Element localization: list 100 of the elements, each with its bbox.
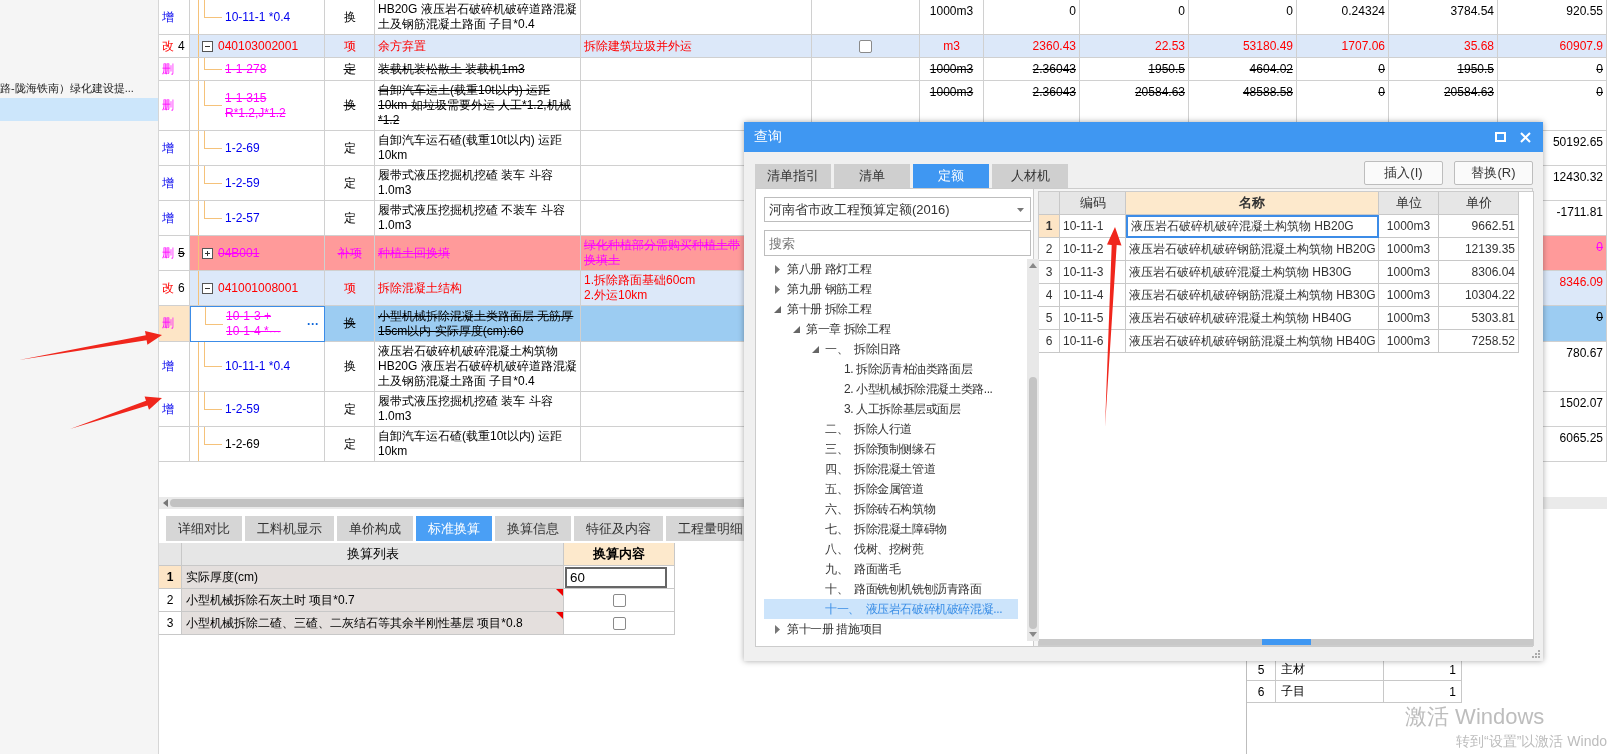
table-cell: 自卸汽车运石碴(载重10t以内) 运距10km bbox=[375, 131, 581, 166]
tree-item[interactable]: 十、 路面铣刨机铣刨沥青路面 bbox=[764, 579, 1018, 599]
table-cell: 1950.5 bbox=[1080, 58, 1189, 81]
table-cell: 0 bbox=[984, 0, 1080, 35]
tab[interactable]: 工料机显示 bbox=[245, 516, 334, 541]
close-icon bbox=[1520, 131, 1531, 143]
tree-item[interactable]: 五、 拆除金属管道 bbox=[764, 479, 1018, 499]
table-cell: 1000m3 bbox=[1379, 307, 1439, 330]
table-cell: 定 bbox=[325, 201, 375, 236]
change-mark: 删 bbox=[162, 98, 174, 113]
table-cell: 8306.04 bbox=[1439, 261, 1519, 284]
tree-item[interactable]: 九、 路面凿毛 bbox=[764, 559, 1018, 579]
column-header: 换算列表 bbox=[182, 543, 564, 566]
tab[interactable]: 清单 bbox=[834, 164, 910, 188]
table-cell: 7258.52 bbox=[1439, 330, 1519, 353]
tree-item[interactable]: 二、 拆除人行道 bbox=[764, 419, 1018, 439]
table-cell: 子目 bbox=[1276, 681, 1384, 703]
table-cell: 12139.35 bbox=[1439, 238, 1519, 261]
item-code: 1-2-59 bbox=[225, 401, 260, 417]
table-cell: 定 bbox=[325, 166, 375, 201]
column-header: 单价 bbox=[1439, 192, 1519, 215]
resize-grip-icon bbox=[1532, 650, 1540, 658]
table-cell: 液压岩石破碎机破碎钢筋混凝土构筑物 HB30G bbox=[1126, 284, 1379, 307]
dropdown[interactable]: 河南省市政工程预算定额(2016) bbox=[764, 197, 1031, 222]
table-cell: 5303.81 bbox=[1439, 307, 1519, 330]
change-mark: 改 bbox=[162, 280, 174, 296]
tree-item[interactable]: 八、 伐树、挖树蔸 bbox=[764, 539, 1018, 559]
table-cell: 22.53 bbox=[1080, 35, 1189, 58]
tree-item[interactable]: 六、 拆除砖石构筑物 bbox=[764, 499, 1018, 519]
table-cell: 0 bbox=[1498, 58, 1607, 81]
table-cell: 920.55 bbox=[1498, 0, 1607, 35]
item-code: 040103002001 bbox=[218, 38, 299, 54]
item-code: 1-1-278 bbox=[225, 61, 267, 77]
table-cell: 自卸汽车运土(载重10t以内) 运距10km 如垃圾需要外运 人工*1.2,机械*1.2 bbox=[375, 81, 581, 131]
checkbox[interactable] bbox=[859, 39, 872, 53]
tab[interactable]: 清单指引 bbox=[755, 164, 831, 188]
insert-button[interactable]: 插入(I) bbox=[1364, 161, 1443, 185]
table-cell: 拆除混凝土结构 bbox=[375, 271, 581, 306]
tab[interactable]: 换算信息 bbox=[495, 516, 571, 541]
row-number: 5 bbox=[178, 245, 185, 261]
tree-item[interactable]: 三、 拆除预制侧缘石 bbox=[764, 439, 1018, 459]
table-cell: 液压岩石破碎机破碎混凝土构筑物 HB20G bbox=[1126, 215, 1379, 238]
table-cell: 9662.51 bbox=[1439, 215, 1519, 238]
change-mark: 增 bbox=[162, 175, 174, 191]
item-code: 1-2-57 bbox=[225, 210, 260, 226]
table-cell: 装载机装松散土 装载机1m3 bbox=[375, 58, 581, 81]
tree-item[interactable]: 第十一册 措施项目 bbox=[764, 619, 1018, 639]
input-field[interactable]: 60 bbox=[565, 566, 667, 588]
replace-button[interactable]: 替换(R) bbox=[1454, 161, 1533, 185]
tree-item[interactable]: 一、 拆除旧路 bbox=[764, 339, 1018, 359]
item-code: 04B001 bbox=[218, 245, 260, 261]
row-label: 小型机械拆除石灰土时 项目*0.7 bbox=[186, 591, 355, 609]
item-code: 10-11-1 *0.4 bbox=[225, 9, 291, 25]
column-header: 单位 bbox=[1379, 192, 1439, 215]
watermark-text: 转到“设置”以激活 Windo bbox=[1456, 733, 1607, 751]
item-code: 1-2-59 bbox=[225, 175, 260, 191]
checkbox[interactable] bbox=[612, 593, 626, 607]
checkbox[interactable] bbox=[612, 616, 626, 630]
column-header: 名称 bbox=[1126, 192, 1379, 215]
tree-item[interactable]: 1. 拆除沥青柏油类路面层 bbox=[764, 359, 1018, 379]
tab[interactable]: 特征及内容 bbox=[574, 516, 663, 541]
table-cell: 3784.54 bbox=[1389, 0, 1498, 35]
item-code: 1-1-315 R*1.2,J*1.2 bbox=[225, 90, 286, 121]
table-cell: 0 bbox=[1080, 0, 1189, 35]
table-cell: 拆除建筑垃圾并外运 bbox=[581, 35, 812, 58]
table-cell: 1707.06 bbox=[1297, 35, 1389, 58]
maximize-icon bbox=[1495, 132, 1506, 142]
tree-item[interactable]: 第一章 拆除工程 bbox=[764, 319, 1018, 339]
tree-item[interactable]: 四、 拆除混凝土管道 bbox=[764, 459, 1018, 479]
table-cell: 2 bbox=[1039, 238, 1060, 261]
table-cell: 0 bbox=[1297, 58, 1389, 81]
search-field[interactable]: 搜索 bbox=[764, 230, 1031, 256]
tab[interactable]: 单价构成 bbox=[337, 516, 413, 541]
table-cell: 定 bbox=[325, 131, 375, 166]
table-cell bbox=[159, 543, 182, 566]
change-mark: 增 bbox=[162, 140, 174, 156]
row-label: 实际厚度(cm) bbox=[186, 568, 258, 586]
table-cell: 1000m3 bbox=[1379, 261, 1439, 284]
table-cell: 1000m3 bbox=[1379, 284, 1439, 307]
table-cell: 5 bbox=[1039, 307, 1060, 330]
tab[interactable]: 详细对比 bbox=[166, 516, 242, 541]
table-cell: 液压岩石破碎机破碎钢筋混凝土构筑物 HB20G bbox=[1126, 238, 1379, 261]
table-cell: 定 bbox=[325, 427, 375, 462]
table-cell: 换 bbox=[325, 342, 375, 392]
tree-item[interactable]: 2. 小型机械拆除混凝土类路... bbox=[764, 379, 1018, 399]
project-item[interactable]: 路-陇海铁南）绿化建设提... bbox=[0, 78, 158, 98]
more-button[interactable]: ··· bbox=[305, 317, 321, 331]
table-cell: 1000m3 bbox=[920, 0, 984, 35]
table-cell: 60907.9 bbox=[1498, 35, 1607, 58]
change-mark: 删 bbox=[162, 61, 174, 77]
table-cell: 履带式液压挖掘机挖碴 装车 斗容1.0m3 bbox=[375, 166, 581, 201]
change-mark: 删 bbox=[162, 316, 174, 331]
table-cell: 液压岩石破碎机破碎混凝土构筑物 HB30G bbox=[1126, 261, 1379, 284]
table-cell: 种植土回换填 bbox=[375, 236, 581, 271]
tab[interactable]: 人材机 bbox=[992, 164, 1068, 188]
table-cell: 小型机械拆除混凝土类路面层 无筋厚15cm以内 实际厚度(cm):60 bbox=[375, 306, 581, 342]
tree-item[interactable]: 3. 人工拆除基层或面层 bbox=[764, 399, 1018, 419]
tree-item[interactable]: 七、 拆除混凝土障碍物 bbox=[764, 519, 1018, 539]
table-cell: 53180.49 bbox=[1189, 35, 1297, 58]
change-mark: 增 bbox=[162, 9, 174, 25]
